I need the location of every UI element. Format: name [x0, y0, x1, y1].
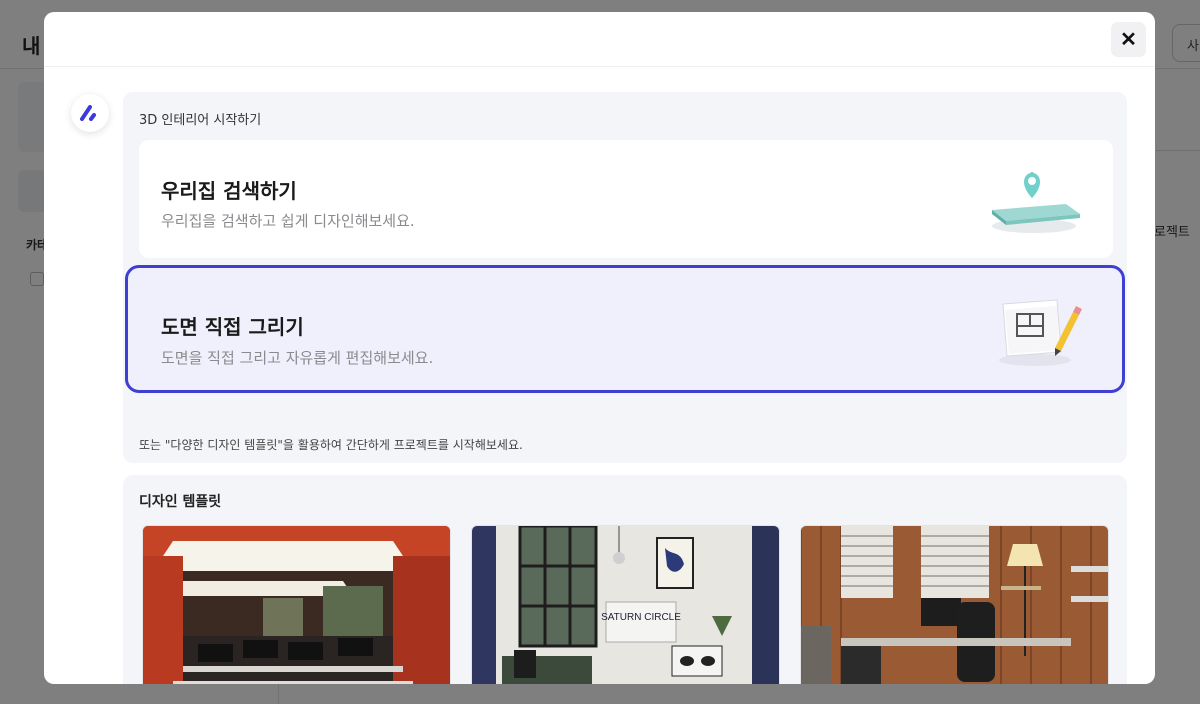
brand-logo: [71, 94, 109, 132]
start-section: 3D 인테리어 시작하기 우리집 검색하기 우리집을 검색하고 쉽게 디자인해보…: [123, 92, 1127, 463]
map-pin-phone-icon: [992, 172, 1080, 233]
modal-header: ✕: [44, 12, 1155, 67]
template-card[interactable]: SATURN CIRCLE: [471, 525, 780, 684]
template-image: SATURN CIRCLE: [472, 526, 779, 684]
template-card[interactable]: [142, 525, 451, 684]
section-title: 3D 인테리어 시작하기: [139, 113, 262, 128]
option-description: 우리집을 검색하고 쉽게 디자인해보세요.: [161, 212, 415, 230]
saturn-circle-sign: SATURN CIRCLE: [601, 612, 681, 623]
close-button[interactable]: ✕: [1111, 22, 1146, 57]
option-title: 도면 직접 그리기: [161, 315, 304, 339]
template-image: [801, 526, 1108, 684]
design-template-section: 디자인 템플릿 SATURN CIRCLE: [123, 475, 1127, 684]
brand-logo-icon: [80, 105, 96, 121]
draw-floorplan-option[interactable]: 도면 직접 그리기 도면을 직접 그리고 자유롭게 편집해보세요.: [125, 265, 1125, 393]
start-project-modal: ✕ 3D 인테리어 시작하기 우리집 검색하기 우리집을 검색하고 쉽게 디자인…: [44, 12, 1155, 684]
search-home-option[interactable]: 우리집 검색하기 우리집을 검색하고 쉽게 디자인해보세요.: [139, 140, 1113, 258]
template-card[interactable]: [800, 525, 1109, 684]
floorplan-pencil-icon: [999, 299, 1082, 366]
template-image: [143, 526, 450, 684]
template-section-title: 디자인 템플릿: [139, 494, 222, 510]
option-title: 우리집 검색하기: [161, 179, 297, 203]
template-hint-text: 또는 "다양한 디자인 템플릿"을 활용하여 간단하게 프로젝트를 시작해보세요…: [139, 438, 523, 452]
option-description: 도면을 직접 그리고 자유롭게 편집해보세요.: [161, 349, 434, 367]
